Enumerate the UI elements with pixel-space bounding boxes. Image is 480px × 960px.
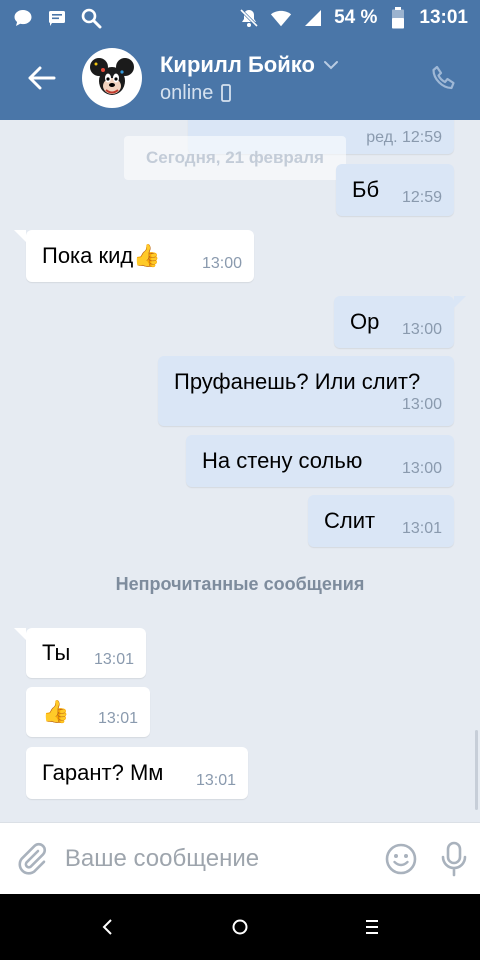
message-time: 13:01 <box>97 710 138 727</box>
contact-info[interactable]: Кирилл Бойко online <box>160 52 339 105</box>
message-outgoing[interactable]: Ор 13:00 <box>334 296 466 348</box>
attach-button[interactable] <box>0 823 65 895</box>
emoji-button[interactable] <box>375 823 428 895</box>
message-time: 13:00 <box>201 255 242 272</box>
system-nav-bar <box>0 894 480 960</box>
scrollbar[interactable] <box>475 730 478 810</box>
message-time: 13:00 <box>401 396 442 413</box>
message-text: Гарант? Мм <box>42 760 164 785</box>
message-time: 13:01 <box>93 651 134 668</box>
nav-back-button[interactable] <box>84 903 132 951</box>
message-input[interactable] <box>64 833 375 884</box>
recents-nav-icon <box>366 920 378 934</box>
chat-bubble-icon <box>12 7 34 29</box>
mickey-avatar-icon <box>84 50 140 106</box>
chevron-down-icon <box>323 60 338 69</box>
message-time: 12:59 <box>401 189 442 206</box>
chat-header: Кирилл Бойко online <box>0 36 480 120</box>
message-text: 👍 <box>42 699 70 724</box>
microphone-icon <box>441 841 467 876</box>
message-text: Пруфанешь? Или слит? <box>174 369 421 394</box>
nav-home-button[interactable] <box>216 903 264 951</box>
contact-name: Кирилл Бойко <box>160 51 315 77</box>
message-outgoing[interactable]: Слит 13:01 <box>308 495 454 547</box>
message-icon <box>46 7 68 29</box>
back-button[interactable] <box>0 36 84 120</box>
mobile-device-icon <box>221 84 232 102</box>
message-incoming[interactable]: Пока кид👍 13:00 <box>14 230 254 282</box>
compose-bar <box>0 822 480 894</box>
voice-message-button[interactable] <box>427 823 480 895</box>
avatar[interactable] <box>82 48 142 108</box>
call-button[interactable] <box>408 36 480 120</box>
status-bar: 54 % 13:01 <box>0 0 480 36</box>
date-divider: Сегодня, 21 февраля <box>124 136 346 180</box>
arrow-left-icon <box>28 66 56 90</box>
search-icon <box>80 7 102 29</box>
battery-percent: 54 % <box>334 7 378 28</box>
signal-icon <box>302 7 324 29</box>
nav-recents-button[interactable] <box>348 903 396 951</box>
battery-icon <box>387 7 409 29</box>
phone-icon <box>432 65 455 90</box>
message-text: Ты <box>42 640 71 665</box>
contact-status: online <box>160 81 214 104</box>
smile-icon <box>385 843 417 874</box>
message-time: 13:01 <box>401 520 442 537</box>
message-outgoing[interactable]: Пруфанешь? Или слит? 13:00 <box>158 356 454 426</box>
message-text: Пока кид👍 <box>42 243 161 268</box>
message-text: Ор <box>350 309 380 334</box>
mute-icon <box>238 7 260 29</box>
message-time: ред. 12:59 <box>366 129 442 146</box>
message-incoming[interactable]: 👍 13:01 <box>26 687 150 737</box>
home-nav-icon <box>232 919 248 935</box>
message-outgoing[interactable]: Бб 12:59 <box>336 164 454 216</box>
message-text: Бб <box>352 177 380 202</box>
message-outgoing[interactable]: На стену солью 13:00 <box>186 435 454 487</box>
message-incoming[interactable]: Ты 13:01 <box>14 628 146 678</box>
message-incoming[interactable]: Гарант? Мм 13:01 <box>26 747 248 799</box>
message-list[interactable]: ред. 12:59 Сегодня, 21 февраля Бб 12:59 … <box>0 120 480 822</box>
message-time: 13:01 <box>195 772 236 789</box>
status-time: 13:01 <box>419 7 468 28</box>
paperclip-icon <box>18 842 47 875</box>
unread-divider: Непрочитанные сообщения <box>115 574 365 594</box>
message-text: Слит <box>324 508 376 533</box>
message-text: На стену солью <box>202 448 363 473</box>
back-nav-icon <box>102 919 112 935</box>
message-time: 13:00 <box>401 321 442 338</box>
wifi-icon <box>270 7 292 29</box>
message-time: 13:00 <box>401 460 442 477</box>
